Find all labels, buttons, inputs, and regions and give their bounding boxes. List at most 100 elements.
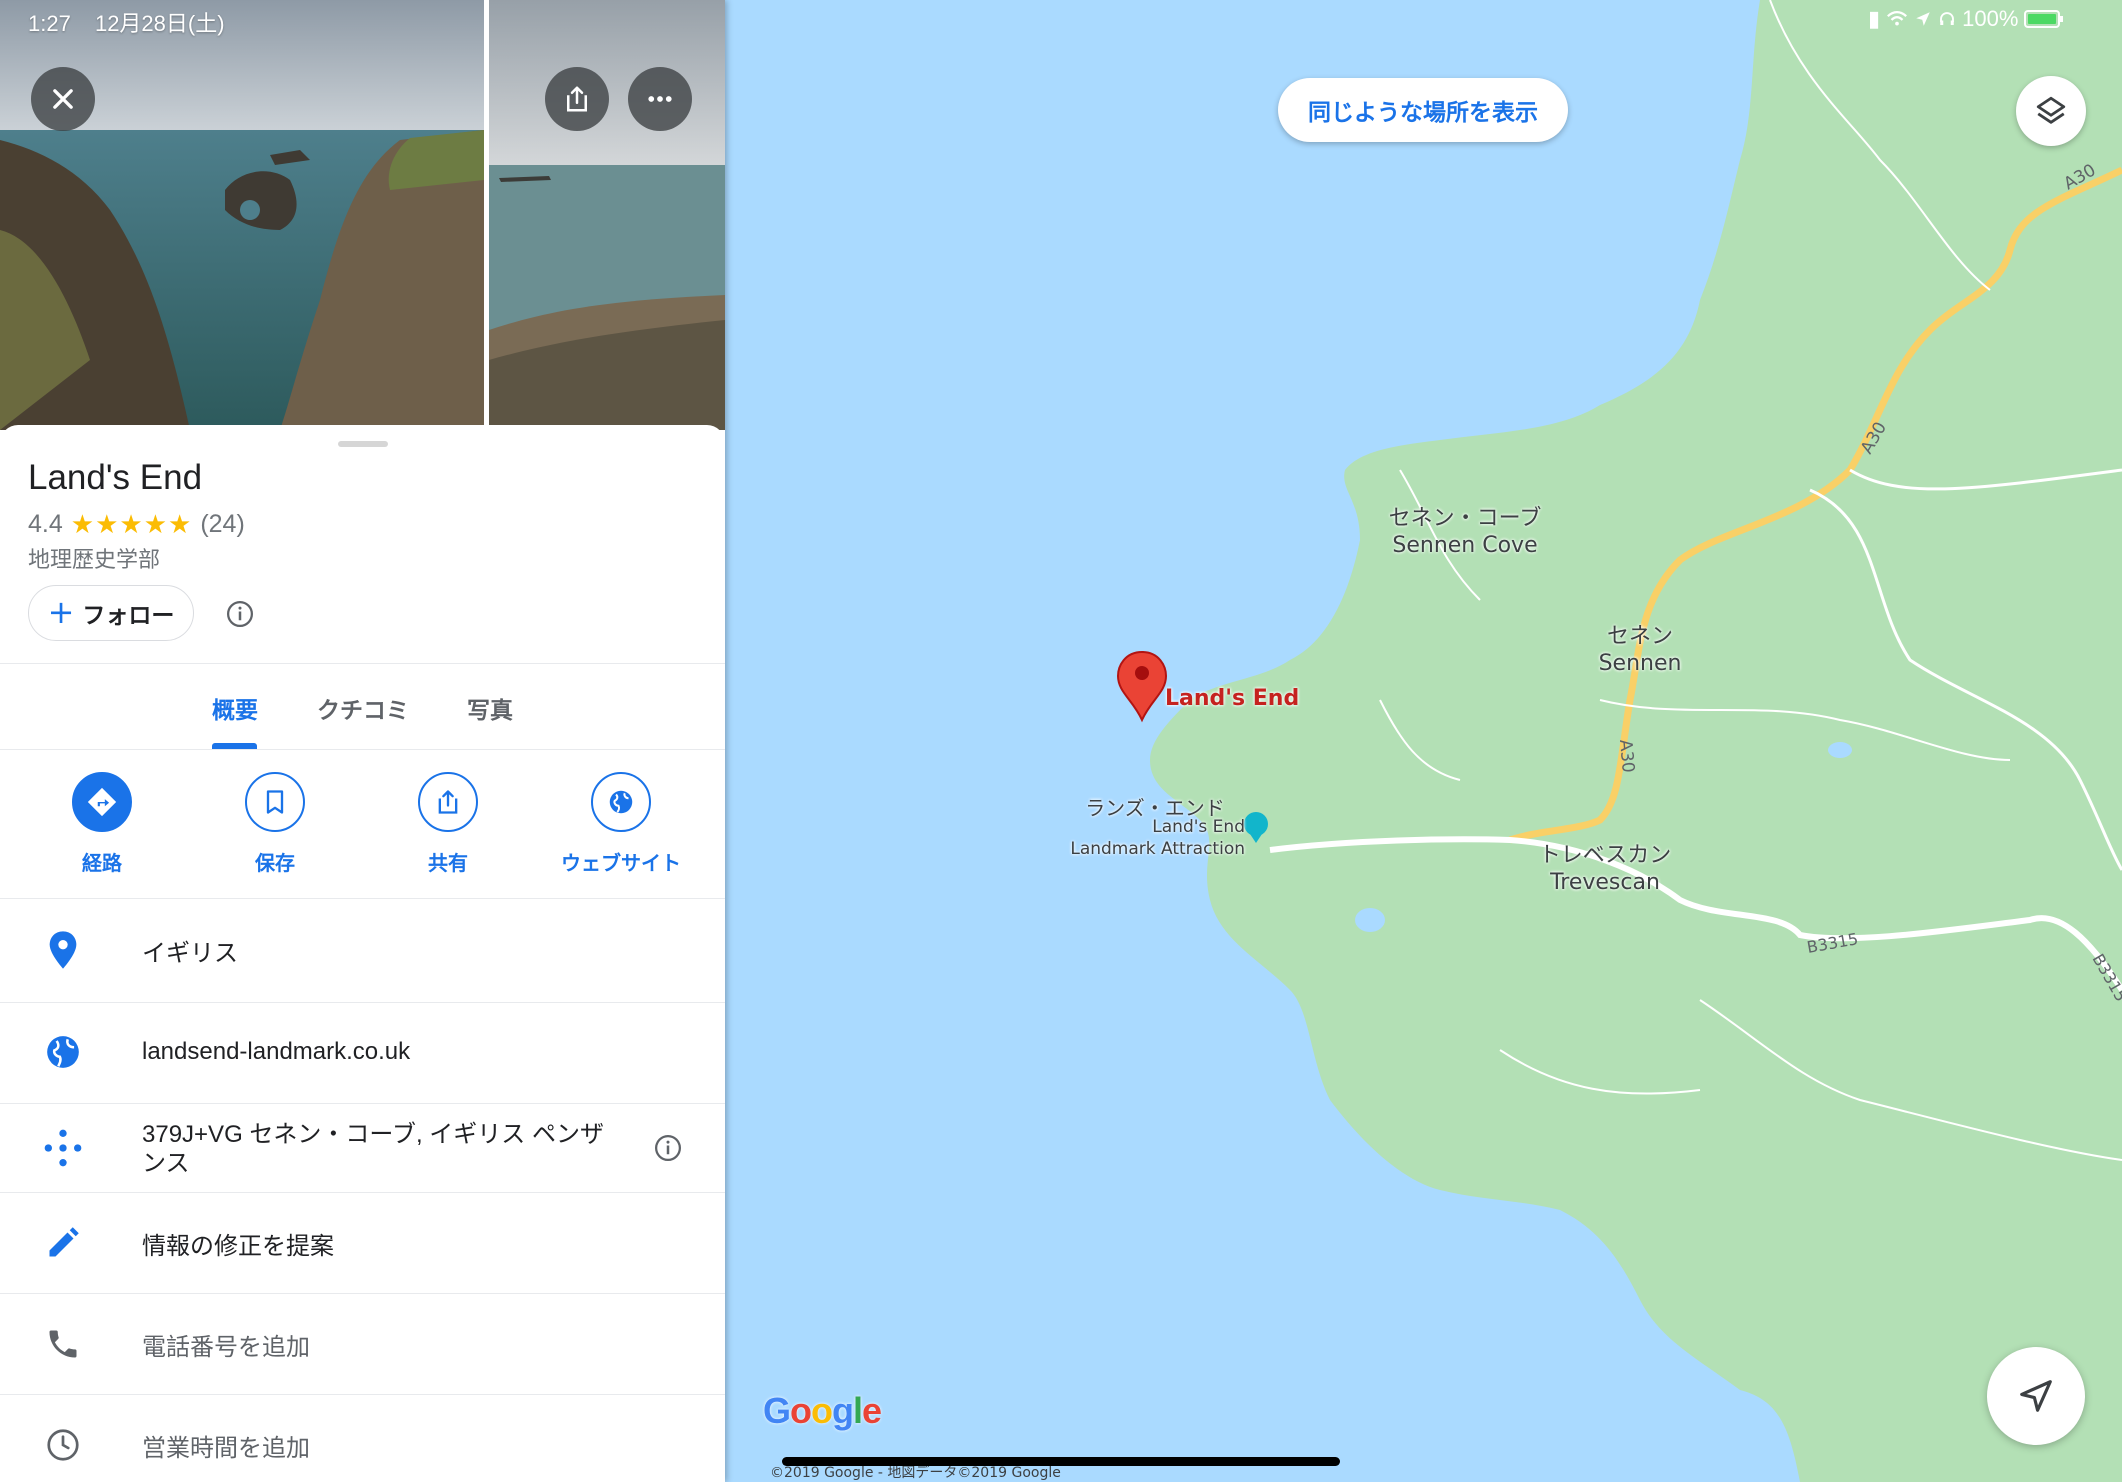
trevescan-en: Trevescan <box>1550 870 1660 895</box>
google-logo: Google <box>763 1390 882 1431</box>
map-label-trevescan: トレベスカン Trevescan <box>1510 842 1700 896</box>
map-label-sennen-cove: セネン・コーブ Sennen Cove <box>1370 505 1560 559</box>
divider <box>0 898 725 899</box>
photo-coast-1[interactable] <box>0 0 484 430</box>
trevescan-jp: トレベスカン <box>1538 843 1672 868</box>
directions-icon <box>87 787 117 817</box>
status-time-text: 1:27 <box>28 11 71 36</box>
review-count[interactable]: (24) <box>200 510 244 539</box>
similar-places-button[interactable]: 同じような場所を表示 <box>1278 78 1568 142</box>
more-button[interactable] <box>628 67 692 131</box>
home-indicator[interactable] <box>782 1457 1340 1466</box>
road-label-a30: A30 <box>1615 739 1638 774</box>
plus-code-row[interactable]: 379J+VG セネン・コーブ, イギリス ペンザンス <box>0 1104 725 1192</box>
sennen-cove-jp: セネン・コーブ <box>1388 506 1542 531</box>
website-icon-circle <box>591 772 651 832</box>
plus-code-icon <box>44 1129 82 1167</box>
sennen-en: Sennen <box>1598 651 1682 676</box>
plus-icon: + <box>47 592 75 631</box>
share-photo-button[interactable] <box>545 67 609 131</box>
location-pin-icon <box>49 931 77 969</box>
more-horizontal-icon <box>648 96 672 102</box>
follow-label: フォロー <box>82 603 175 629</box>
phone-icon <box>49 1330 77 1358</box>
status-right: ▮ 100% <box>1868 6 2064 32</box>
add-hours-row[interactable]: 営業時間を追加 <box>0 1395 725 1482</box>
suggest-edit-text: 情報の修正を提案 <box>142 1232 334 1260</box>
sennen-cove-en: Sennen Cove <box>1392 533 1538 558</box>
action-row: 経路 保存 共有 ウェブサイト <box>0 750 725 898</box>
add-hours-icon-wrap <box>40 1422 86 1468</box>
layers-button[interactable] <box>2016 76 2086 146</box>
directions-label: 経路 <box>82 851 122 875</box>
globe-icon <box>47 1036 79 1068</box>
status-date-text: 12月28日(土) <box>94 11 225 36</box>
map-label-sennen: セネン Sennen <box>1560 623 1720 677</box>
tab-bar: 概要 クチコミ 写真 <box>0 663 725 749</box>
my-location-button[interactable] <box>1987 1347 2085 1445</box>
attraction-line2: Landmark Attraction <box>1070 839 1245 859</box>
website-url: landsend-landmark.co.uk <box>142 1038 411 1065</box>
close-button[interactable] <box>31 67 95 131</box>
battery-icon <box>2024 10 2064 28</box>
close-icon <box>53 89 73 109</box>
save-label: 保存 <box>255 851 295 875</box>
website-label: ウェブサイト <box>561 851 681 875</box>
add-phone-text: 電話番号を追加 <box>142 1333 310 1361</box>
add-phone-row[interactable]: 電話番号を追加 <box>0 1294 725 1394</box>
plus-code-text: 379J+VG セネン・コーブ, イギリス ペンザンス <box>142 1121 604 1177</box>
tab-photos[interactable]: 写真 <box>467 691 513 725</box>
suggest-edit-row[interactable]: 情報の修正を提案 <box>0 1193 725 1293</box>
place-panel: 1:27 12月28日(土) Land's End 4.4 ★★★★★ (24)… <box>0 0 725 1482</box>
location-arrow-icon <box>1916 12 1930 26</box>
share-button[interactable]: 共有 <box>368 772 528 876</box>
add-hours-text: 営業時間を追加 <box>142 1434 310 1462</box>
add-phone-icon-wrap <box>40 1321 86 1367</box>
signal-icon: ▮ <box>1868 6 1881 31</box>
attraction-line1: Land's End <box>1152 817 1245 837</box>
drag-handle[interactable] <box>338 441 388 447</box>
address-icon-wrap <box>40 927 86 973</box>
headphones-icon <box>1940 12 1955 25</box>
info-icon[interactable] <box>653 1133 683 1163</box>
plus-code-icon-wrap <box>40 1125 86 1171</box>
pin-label[interactable]: Land's End <box>1165 686 1299 711</box>
website-row-icon-wrap <box>40 1029 86 1075</box>
status-time: 1:27 12月28日(土) <box>28 6 225 38</box>
address-row[interactable]: イギリス <box>0 900 725 1000</box>
share-icon <box>567 86 587 112</box>
save-icon-circle <box>245 772 305 832</box>
share-label: 共有 <box>428 851 468 875</box>
tab-reviews[interactable]: クチコミ <box>317 691 409 725</box>
share-icon-circle <box>418 772 478 832</box>
globe-icon <box>609 790 633 814</box>
suggest-edit-icon-wrap <box>40 1220 86 1266</box>
follow-button[interactable]: + フォロー <box>28 585 194 641</box>
rating-value: 4.4 <box>28 510 63 538</box>
navigation-arrow-icon <box>2020 1380 2052 1412</box>
pond <box>1828 742 1852 758</box>
info-icon[interactable] <box>225 599 255 629</box>
tab-overview[interactable]: 概要 <box>212 691 258 725</box>
directions-button[interactable]: 経路 <box>22 772 182 876</box>
share-icon <box>438 790 458 814</box>
place-title: Land's End <box>28 458 203 497</box>
photo-strip[interactable] <box>0 0 725 430</box>
pencil-icon <box>49 1227 79 1257</box>
layers-icon <box>2036 96 2066 124</box>
website-row[interactable]: landsend-landmark.co.uk <box>0 1002 725 1102</box>
wifi-icon <box>1887 10 1908 26</box>
map-label-attraction[interactable]: Land's End Landmark Attraction <box>1045 816 1245 860</box>
rating-stars: ★★★★★ <box>70 509 193 539</box>
rating-row[interactable]: 4.4 ★★★★★ (24) <box>28 509 245 540</box>
save-button[interactable]: 保存 <box>195 772 355 876</box>
clock-icon <box>47 1429 79 1461</box>
place-category: 地理歴史学部 <box>28 548 161 573</box>
website-button[interactable]: ウェブサイト <box>541 772 701 876</box>
sennen-jp: セネン <box>1606 624 1673 649</box>
battery-percent: 100% <box>1962 6 2019 31</box>
bookmark-icon <box>266 790 284 814</box>
photo-coast-2[interactable] <box>489 0 725 430</box>
address-text: イギリス <box>142 939 238 967</box>
directions-icon-circle <box>72 772 132 832</box>
